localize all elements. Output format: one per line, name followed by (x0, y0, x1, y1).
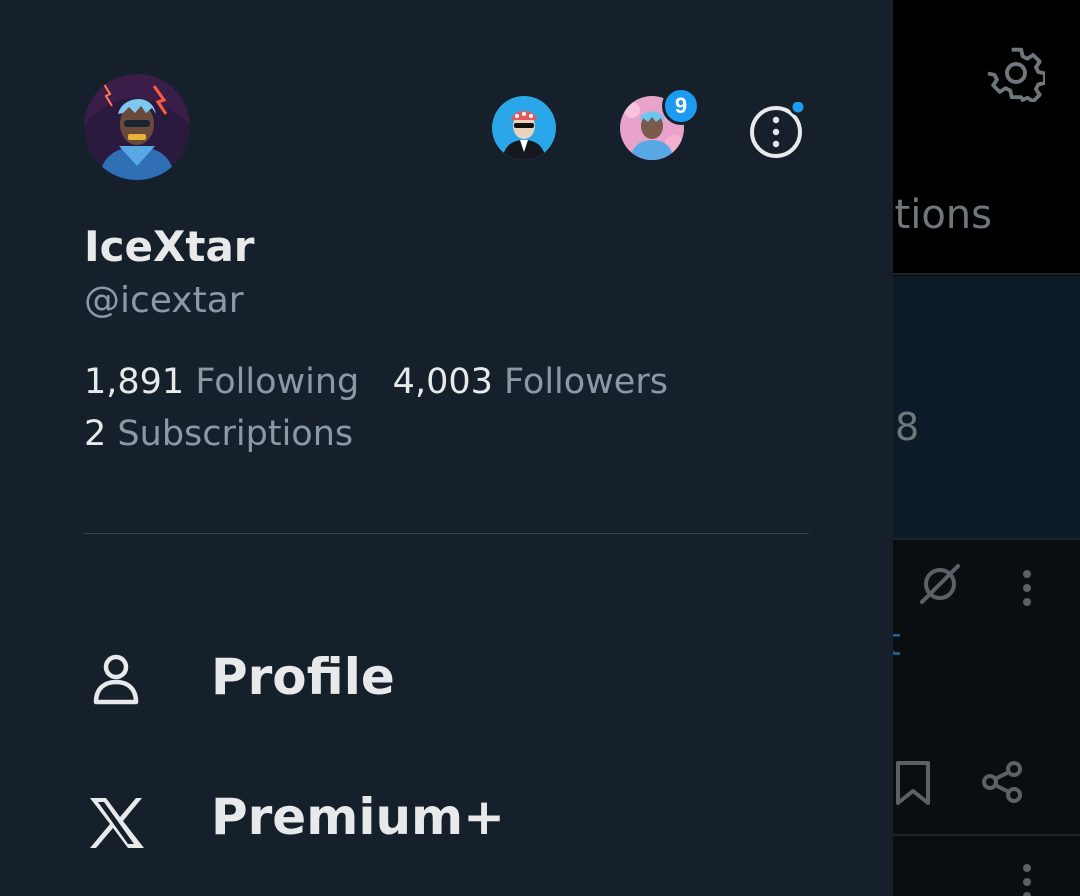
following-label: Following (195, 362, 360, 402)
person-icon (93, 654, 139, 705)
menu-item-label: Premium+ (211, 788, 506, 846)
settings-gear-icon[interactable] (987, 44, 1045, 102)
drawer-divider (84, 533, 809, 534)
navigation-drawer: 9 IceXtar @icextar 1,891 Following 4,003… (0, 0, 893, 896)
followers-link[interactable]: 4,003 Followers (393, 362, 668, 402)
menu-item-premium-plus[interactable]: Premium+ (84, 768, 804, 868)
more-options-icon[interactable] (1012, 862, 1042, 896)
notification-count-badge: 9 (662, 87, 700, 125)
switch-account-avatar[interactable] (492, 96, 556, 160)
followers-count: 4,003 (392, 362, 493, 402)
following-count: 1,891 (84, 362, 185, 402)
display-name[interactable]: IceXtar (84, 222, 255, 271)
profile-avatar[interactable] (84, 74, 190, 180)
subscriptions-label: Subscriptions (117, 414, 354, 454)
subscriptions-link[interactable]: 2 Subscriptions (84, 414, 353, 454)
slashed-circle-icon[interactable] (916, 560, 964, 608)
x-logo-icon (90, 798, 144, 848)
following-link[interactable]: 1,891 Following (84, 362, 370, 402)
more-options-icon[interactable] (1012, 568, 1042, 608)
user-handle: @icextar (84, 280, 244, 321)
menu-item-label: Profile (211, 648, 395, 706)
bookmark-icon[interactable] (894, 760, 934, 806)
follow-stats: 1,891 Following 4,003 Followers (84, 362, 668, 402)
background-count: 8 (895, 405, 920, 449)
share-icon[interactable] (980, 760, 1024, 804)
followers-label: Followers (504, 362, 668, 402)
subscriptions-count: 2 (84, 414, 107, 454)
menu-item-profile[interactable]: Profile (84, 628, 804, 728)
more-accounts-icon[interactable] (748, 102, 806, 160)
